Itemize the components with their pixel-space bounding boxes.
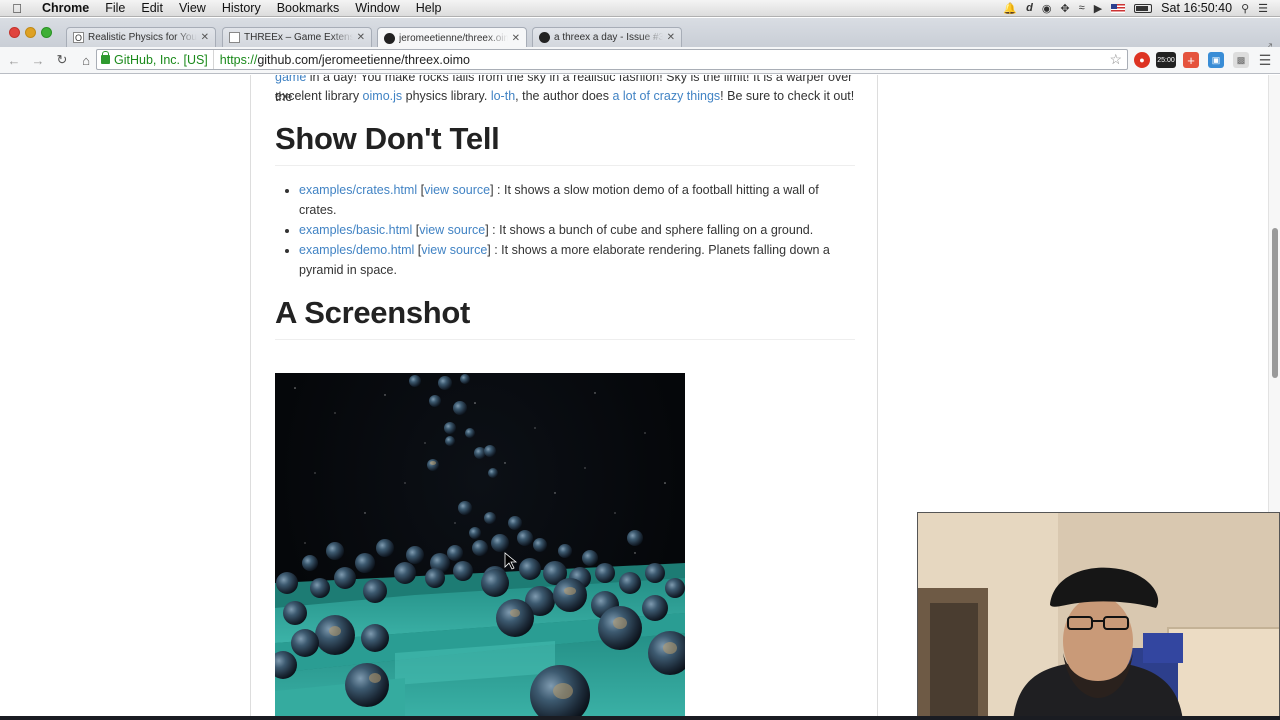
menu-view[interactable]: View [171, 1, 214, 15]
window-zoom-button[interactable] [41, 27, 52, 38]
menubar-clock[interactable]: Sat 16:50:40 [1161, 1, 1232, 15]
url-scheme: https:// [219, 52, 258, 67]
rss-extension-icon[interactable]: ▩ [1233, 52, 1249, 68]
url-text[interactable]: https://github.com/jeromeetienne/threex.… [214, 53, 470, 67]
address-bar[interactable]: GitHub, Inc. [US] https://github.com/jer… [96, 49, 1128, 70]
wifi-icon[interactable]: ≈ [1079, 2, 1085, 14]
heading-show-dont-tell: Show Don't Tell [275, 121, 855, 166]
battery-icon[interactable] [1134, 3, 1153, 13]
page-favicon-icon [229, 32, 240, 43]
bell-icon[interactable]: 🔔 [1003, 2, 1017, 15]
mouse-cursor-icon [504, 552, 518, 570]
menu-window[interactable]: Window [347, 1, 407, 15]
macos-menubar:  Chrome File Edit View History Bookmark… [0, 0, 1280, 17]
menu-edit[interactable]: Edit [133, 1, 171, 15]
spotlight-search-icon[interactable]: ⚲ [1241, 2, 1249, 15]
list-item: examples/basic.html [view source] : It s… [299, 220, 855, 240]
page-favicon-icon: O [73, 32, 84, 43]
apple-menu-icon[interactable]:  [0, 1, 34, 16]
tab-close-icon[interactable]: ✕ [357, 32, 365, 43]
readme-article: game in a day! You make rocks falls from… [250, 75, 878, 720]
webcam-overlay-video [917, 512, 1280, 720]
lo-th-link[interactable]: lo-th [491, 89, 515, 103]
window-close-button[interactable] [9, 27, 20, 38]
ev-certificate-badge[interactable]: GitHub, Inc. [US] [97, 50, 214, 69]
back-button[interactable]: ← [2, 53, 26, 68]
chrome-menu-icon[interactable]: ☰ [1257, 52, 1273, 68]
adblock-extension-icon[interactable]: ● [1134, 52, 1150, 68]
list-item: examples/crates.html [view source] : It … [299, 180, 855, 220]
scrollbar-thumb[interactable] [1272, 228, 1278, 378]
game-link[interactable]: game [275, 75, 306, 84]
tab-title: THREEx – Game Extension [244, 32, 353, 43]
menu-bookmarks[interactable]: Bookmarks [269, 1, 348, 15]
tab-close-icon[interactable]: ✕ [201, 32, 209, 43]
tab-threex-a-day-issue[interactable]: a threex a day - Issue #3 · ✕ [532, 27, 682, 47]
tab-title: jeromeetienne/threex.oim [399, 32, 508, 44]
intro-text: excelent library [275, 89, 363, 103]
menu-file[interactable]: File [97, 1, 133, 15]
url-host-path: github.com/jeromeetienne/threex.oimo [257, 52, 470, 67]
menu-history[interactable]: History [214, 1, 269, 15]
intro-text: , the author does [515, 89, 613, 103]
tab-title: a threex a day - Issue #3 · [554, 32, 663, 43]
example-demo-link[interactable]: examples/demo.html [299, 243, 414, 257]
oimo-js-link[interactable]: oimo.js [363, 89, 403, 103]
us-flag-icon[interactable] [1111, 3, 1126, 13]
intro-text: ! Be sure to check it out! [720, 89, 855, 103]
tab-realistic-physics[interactable]: O Realistic Physics for Your ✕ [66, 27, 216, 47]
example-basic-link[interactable]: examples/basic.html [299, 223, 412, 237]
example-crates-link[interactable]: examples/crates.html [299, 183, 417, 197]
add-extension-icon[interactable]: + [1183, 52, 1199, 68]
demo-screenshot-image[interactable] [275, 373, 685, 720]
examples-list: examples/crates.html [view source] : It … [299, 180, 855, 280]
dock-edge [0, 716, 1280, 720]
tab-close-icon[interactable]: ✕ [512, 33, 520, 44]
list-item: examples/demo.html [view source] : It sh… [299, 240, 855, 280]
view-source-link[interactable]: view source [424, 183, 490, 197]
planets-falling-scene [275, 374, 685, 720]
tab-close-icon[interactable]: ✕ [667, 32, 675, 43]
menu-help[interactable]: Help [408, 1, 450, 15]
github-favicon-icon [539, 32, 550, 43]
record-icon[interactable]: ◉ [1042, 2, 1052, 15]
heading-a-screenshot: A Screenshot [275, 295, 855, 340]
ev-label: GitHub, Inc. [US] [114, 52, 208, 67]
crazy-things-link[interactable]: a lot of crazy things [612, 89, 720, 103]
volume-icon[interactable]: ▶ [1094, 2, 1102, 15]
forward-button[interactable]: → [26, 53, 50, 68]
tab-threex-game-extension[interactable]: THREEx – Game Extension ✕ [222, 27, 372, 47]
window-minimize-button[interactable] [25, 27, 36, 38]
intro-text: physics library. [402, 89, 491, 103]
reload-button[interactable]: ↻ [50, 52, 74, 68]
tab-title: Realistic Physics for Your [88, 32, 197, 43]
browser-tabstrip: O Realistic Physics for Your ✕ THREEx – … [0, 18, 1280, 61]
browser-toolbar: ← → ↻ ⌂ GitHub, Inc. [US] https://github… [0, 47, 1280, 74]
github-favicon-icon [384, 32, 395, 44]
screen-capture-extension-icon[interactable]: ▣ [1208, 52, 1224, 68]
presenter-webcam-image [918, 513, 1279, 719]
example-description: : It shows a bunch of cube and sphere fa… [488, 223, 814, 237]
menu-app-name[interactable]: Chrome [34, 1, 97, 15]
dictionary-icon[interactable]: d [1026, 2, 1033, 14]
lock-icon [101, 51, 110, 64]
notification-center-icon[interactable]: ☰ [1258, 2, 1268, 15]
view-source-link[interactable]: view source [421, 243, 487, 257]
bookmark-star-icon[interactable]: ☆ [1109, 51, 1122, 68]
tab-threex-oimo[interactable]: jeromeetienne/threex.oim ✕ [377, 27, 527, 48]
move-icon[interactable]: ✥ [1060, 2, 1069, 15]
pomodoro-timer-extension[interactable]: 25:00 [1156, 52, 1176, 68]
home-button[interactable]: ⌂ [74, 53, 98, 68]
intro-paragraph-line2: excelent library oimo.js physics library… [275, 86, 855, 106]
view-source-link[interactable]: view source [419, 223, 485, 237]
